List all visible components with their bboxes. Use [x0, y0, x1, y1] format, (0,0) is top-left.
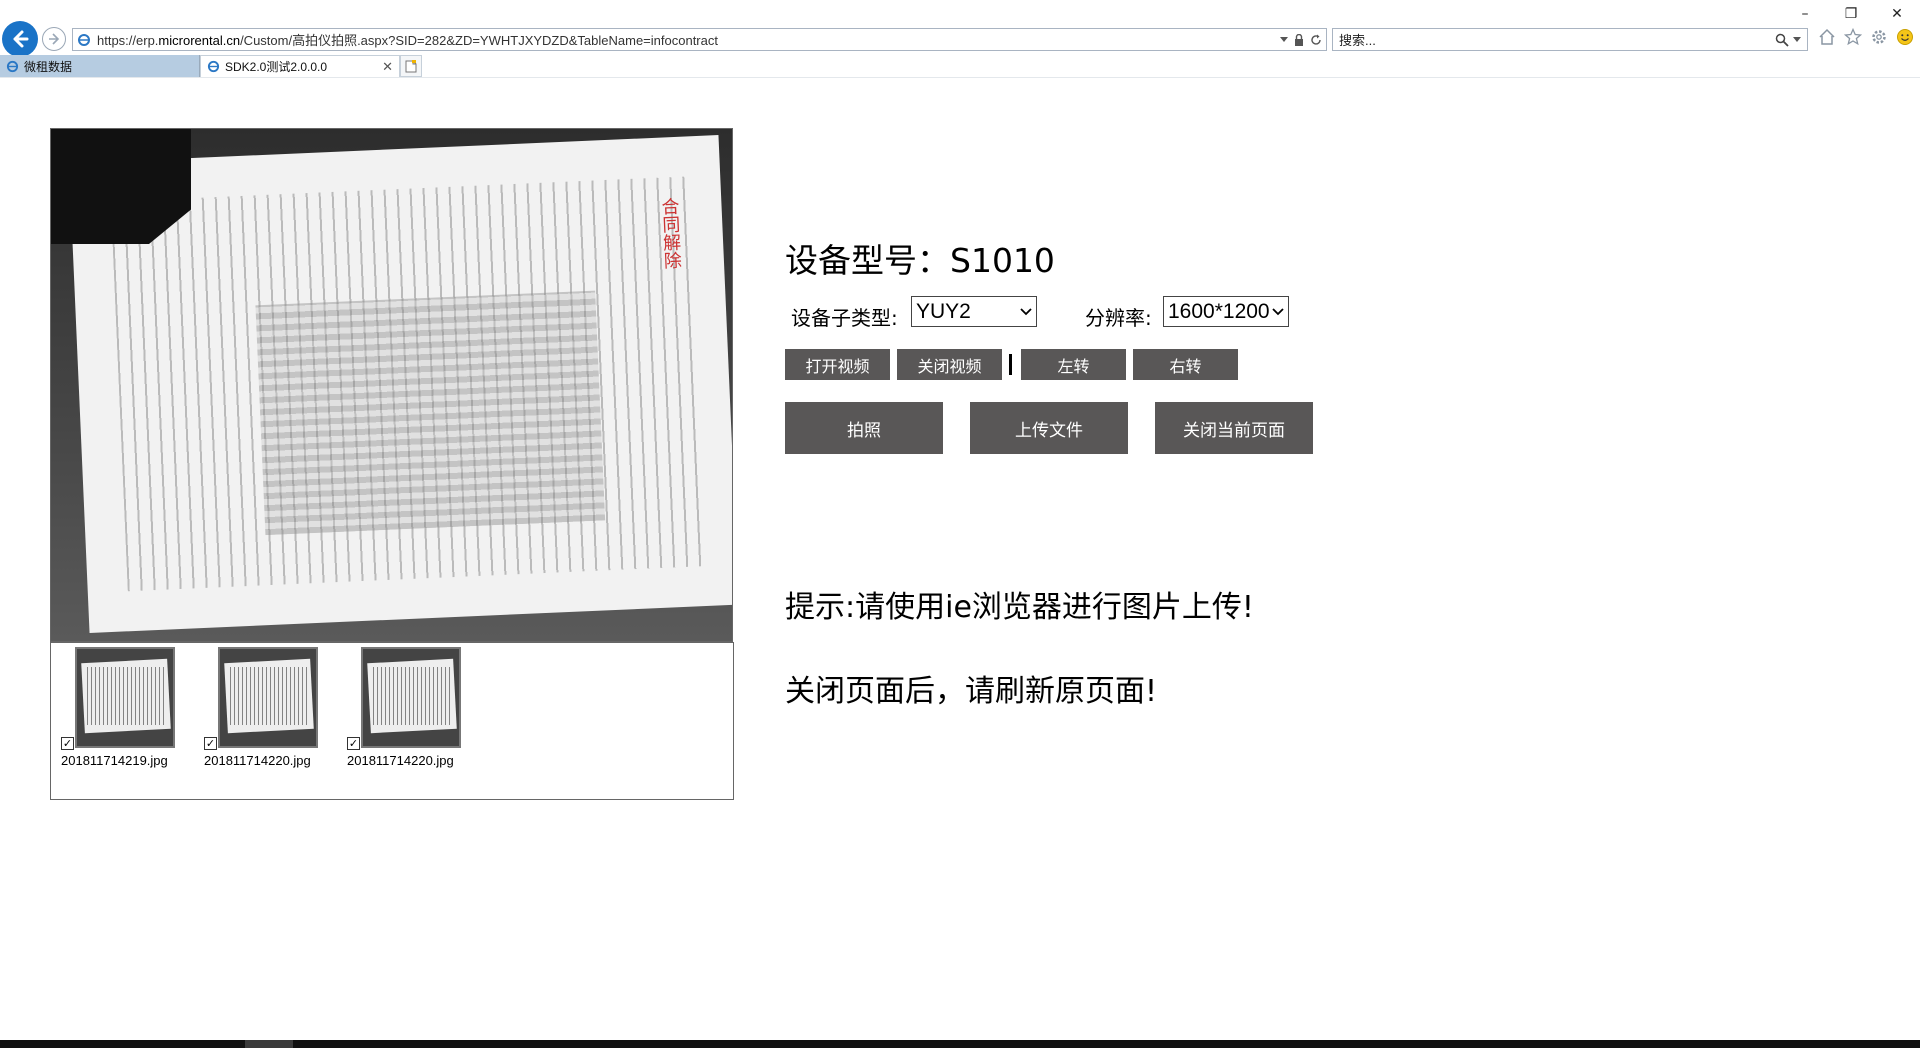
document-stamp: 合同解除: [658, 196, 683, 270]
home-icon[interactable]: [1818, 28, 1836, 46]
scanner-arm: [51, 129, 191, 244]
tab-label: SDK2.0测试2.0.0.0: [225, 60, 328, 74]
chevron-down-icon: [1020, 307, 1032, 315]
thumbnail-item[interactable]: ✓ 201811714220.jpg: [194, 647, 324, 768]
refresh-hint-text: 关闭页面后，请刷新原页面!: [785, 674, 1158, 709]
ie-favicon-icon: [207, 60, 220, 73]
address-bar[interactable]: https://erp.microrental.cn/Custom/高拍仪拍照.…: [72, 28, 1327, 51]
tab-label: 微租数据: [24, 59, 73, 74]
toolbar-icons: [1818, 28, 1914, 46]
dropdown-arrow-icon[interactable]: [1793, 36, 1801, 43]
thumbnail-checkbox[interactable]: ✓: [61, 737, 74, 750]
url-text: https://erp.microrental.cn/Custom/高拍仪拍照.…: [97, 33, 718, 48]
browser-hint-text: 提示:请使用ie浏览器进行图片上传!: [785, 590, 1254, 625]
chrome-divider: [0, 77, 1920, 78]
minimize-button[interactable]: –: [1782, 0, 1828, 28]
thumbnail-image[interactable]: [75, 647, 175, 748]
taskbar: [0, 1040, 1920, 1048]
favorites-star-icon[interactable]: [1844, 28, 1862, 46]
take-photo-button[interactable]: 拍照: [785, 402, 943, 454]
thumbnail-panel: ✓ 201811714219.jpg ✓ 201811714220.jpg ✓ …: [50, 642, 734, 800]
resolution-value: 1600*1200: [1168, 299, 1270, 323]
arrow-left-icon: [13, 30, 29, 48]
taskbar-item[interactable]: [245, 1040, 293, 1048]
resolution-label: 分辨率:: [1085, 306, 1152, 330]
close-video-button[interactable]: 关闭视频: [897, 349, 1002, 380]
rotate-left-button[interactable]: 左转: [1021, 349, 1126, 380]
chevron-down-icon: [1272, 307, 1284, 315]
arrow-right-icon: [49, 33, 60, 45]
tab-weizu-data[interactable]: 微租数据: [0, 55, 200, 77]
new-tab-button[interactable]: [400, 55, 422, 77]
smiley-feedback-icon[interactable]: [1896, 28, 1914, 46]
dropdown-arrow-icon[interactable]: [1280, 36, 1288, 43]
close-page-button[interactable]: 关闭当前页面: [1155, 402, 1313, 454]
tab-sdk-test[interactable]: SDK2.0测试2.0.0.0 ✕: [200, 55, 400, 77]
thumbnail-filename: 201811714220.jpg: [204, 753, 311, 768]
new-tab-icon: [405, 59, 417, 72]
thumbnail-checkbox[interactable]: ✓: [347, 737, 360, 750]
ie-favicon-icon: [6, 60, 19, 72]
close-tab-icon[interactable]: ✕: [382, 59, 393, 75]
camera-preview[interactable]: 合同解除: [50, 128, 733, 642]
upload-file-button[interactable]: 上传文件: [970, 402, 1128, 454]
back-button[interactable]: [2, 21, 38, 57]
open-video-button[interactable]: 打开视频: [785, 349, 890, 380]
thumbnail-item[interactable]: ✓ 201811714219.jpg: [51, 647, 181, 768]
refresh-icon[interactable]: [1310, 34, 1322, 46]
device-model-label: 设备型号：S1010: [785, 241, 1055, 280]
subtype-value: YUY2: [916, 299, 971, 323]
thumbnail-filename: 201811714219.jpg: [61, 753, 168, 768]
gear-icon[interactable]: [1870, 28, 1888, 46]
restore-button[interactable]: ❐: [1828, 0, 1874, 28]
forward-button[interactable]: [42, 27, 66, 51]
search-icon[interactable]: [1775, 33, 1789, 47]
lock-icon[interactable]: [1294, 33, 1304, 46]
thumbnail-image[interactable]: [218, 647, 318, 748]
rotate-right-button[interactable]: 右转: [1133, 349, 1238, 380]
search-input[interactable]: 搜索...: [1332, 28, 1808, 51]
subtype-select[interactable]: YUY2: [911, 296, 1037, 327]
thumbnail-image[interactable]: [361, 647, 461, 748]
thumbnail-filename: 201811714220.jpg: [347, 753, 454, 768]
ie-favicon-icon: [78, 33, 90, 46]
browser-chrome: https://erp.microrental.cn/Custom/高拍仪拍照.…: [0, 0, 1920, 78]
thumbnail-checkbox[interactable]: ✓: [204, 737, 217, 750]
close-window-button[interactable]: ✕: [1874, 0, 1920, 28]
tab-bar: 微租数据 SDK2.0测试2.0.0.0 ✕: [0, 55, 1920, 77]
button-separator: [1009, 354, 1012, 375]
resolution-select[interactable]: 1600*1200: [1163, 296, 1289, 327]
thumbnail-item[interactable]: ✓ 201811714220.jpg: [337, 647, 467, 768]
search-placeholder: 搜索...: [1339, 33, 1376, 48]
window-controls: – ❐ ✕: [1782, 0, 1920, 28]
document-blurred-area: [255, 290, 606, 536]
subtype-label: 设备子类型:: [791, 306, 898, 330]
